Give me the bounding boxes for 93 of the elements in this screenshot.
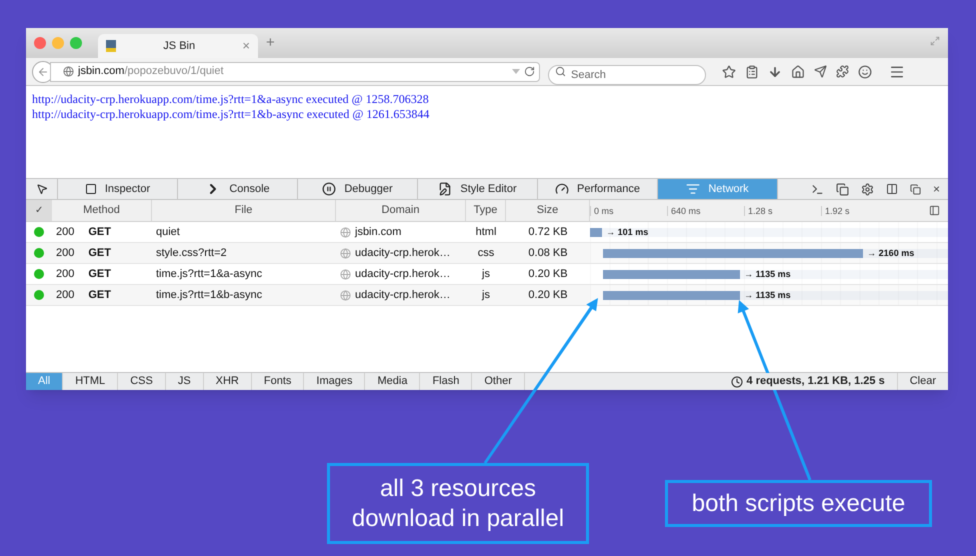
star-icon[interactable] (722, 64, 736, 78)
network-icon (686, 182, 700, 196)
time-tick: 1.92 s (821, 206, 850, 216)
method-text: GET (88, 246, 111, 261)
size-text: 0.08 KB (528, 246, 568, 261)
collapse-icon[interactable] (929, 205, 940, 216)
status-code: 200 (56, 246, 74, 261)
smiley-icon[interactable] (858, 64, 872, 78)
menu-icon[interactable] (889, 64, 905, 80)
filter-button[interactable]: Images (304, 373, 366, 390)
filter-button[interactable]: Media (365, 373, 420, 390)
back-arrow-icon (37, 66, 49, 78)
size-text: 0.72 KB (528, 224, 568, 240)
log-line: http://udacity-crp.herokuapp.com/time.js?rtt=1&a-async executed @ 1258.706328 (32, 92, 430, 107)
home-icon[interactable] (791, 64, 805, 78)
request-row[interactable]: 200 GET time.js?rtt=1&b-async udacity-crp.herok… js 0.20 KB (26, 285, 590, 306)
clock-icon (730, 376, 743, 388)
time-tick: 640 ms (667, 206, 701, 216)
type-text: js (482, 266, 490, 282)
globe-icon (340, 226, 351, 238)
duration-label: → 101 ms (606, 226, 648, 238)
filter-button[interactable]: Fonts (252, 373, 304, 390)
dock-side-icon[interactable] (886, 183, 898, 195)
pick-element-icon[interactable] (36, 183, 48, 195)
type-text: html (476, 224, 496, 240)
settings-icon[interactable] (860, 182, 874, 196)
summary-text: 4 requests, 1.21 KB, 1.25 s (746, 373, 885, 390)
domain-text: udacity-crp.herok… (355, 246, 450, 261)
browser-tab[interactable]: JS Bin × (98, 34, 258, 58)
file-name: time.js?rtt=1&b-async (156, 288, 262, 301)
filter-button[interactable]: HTML (63, 373, 118, 390)
address-field[interactable]: jsbin.com/popozebuvo/1/quiet (50, 62, 540, 82)
devtools-tab[interactable]: Console (178, 179, 298, 199)
globe-icon (340, 290, 351, 300)
console-split-icon[interactable] (810, 182, 824, 196)
tab-title: JS Bin (162, 38, 196, 54)
domain-text: jsbin.com (355, 224, 402, 240)
size-text: 0.20 KB (528, 266, 568, 282)
filter-button[interactable]: Flash (420, 373, 472, 390)
domain-text: udacity-crp.herok… (355, 288, 450, 303)
url-text: jsbin.com/popozebuvo/1/quiet (78, 64, 224, 80)
file-name: quiet (156, 226, 180, 238)
log-line: http://udacity-crp.herokuapp.com/time.js?rtt=1&b-async executed @ 1261.653844 (32, 107, 430, 122)
callout-text: all 3 resources (380, 474, 536, 504)
method-text: GET (88, 224, 111, 240)
globe-icon (340, 268, 351, 280)
method-text: GET (88, 266, 111, 282)
search-icon (555, 66, 566, 76)
gauge-icon (555, 182, 569, 196)
duration-label: → 2160 ms (867, 246, 914, 258)
column-header[interactable]: File (152, 200, 336, 221)
globe-icon (340, 248, 351, 258)
inspector-icon (84, 183, 97, 195)
send-icon[interactable] (814, 65, 827, 78)
column-header[interactable]: Type (466, 200, 506, 221)
puzzle-icon[interactable] (836, 65, 849, 78)
type-text: css (478, 246, 494, 261)
status-code: 200 (56, 224, 74, 240)
favicon-icon (106, 40, 116, 52)
filter-button[interactable]: JS (166, 373, 204, 390)
clipboard-icon[interactable] (745, 64, 759, 78)
file-name: time.js?rtt=1&a-async (156, 268, 262, 280)
reload-icon[interactable] (524, 66, 535, 77)
devtools-tab[interactable]: Inspector (58, 179, 178, 199)
close-button[interactable]: × (932, 180, 940, 198)
callout-text: both scripts execute (692, 488, 906, 518)
domain-text: udacity-crp.herok… (355, 266, 450, 282)
status-code: 200 (56, 288, 74, 303)
duration-label: → 1135 ms (744, 288, 791, 300)
time-tick: 0 ms (590, 206, 614, 216)
callout-text: download in parallel (352, 504, 564, 534)
column-header[interactable]: Method (52, 200, 152, 221)
download-icon[interactable] (768, 64, 782, 78)
filter-button[interactable]: Other (472, 373, 525, 390)
clear-button[interactable]: Clear (898, 373, 948, 390)
status-code: 200 (56, 266, 74, 282)
column-header[interactable]: Domain (336, 200, 466, 221)
duration-label: → 1135 ms (744, 268, 791, 280)
globe-icon (63, 66, 74, 77)
devtools-tab[interactable]: Debugger (298, 179, 418, 199)
time-tick: 1.28 s (744, 206, 773, 216)
filter-button[interactable]: XHR (204, 373, 252, 390)
size-text: 0.20 KB (528, 288, 568, 303)
edit-icon (438, 182, 452, 196)
file-name: style.css?rtt=2 (156, 246, 227, 259)
method-text: GET (88, 288, 111, 303)
select-all-checkbox[interactable]: ✓ (26, 200, 52, 221)
type-text: js (482, 288, 490, 303)
pause-icon (322, 182, 336, 196)
devtools-tab[interactable]: Style Editor (418, 179, 538, 199)
request-row[interactable]: 200 GET style.css?rtt=2 udacity-crp.herok… css 0.08 KB (26, 243, 590, 264)
search-field[interactable]: Search (548, 64, 706, 84)
filter-button[interactable]: CSS (118, 373, 166, 390)
